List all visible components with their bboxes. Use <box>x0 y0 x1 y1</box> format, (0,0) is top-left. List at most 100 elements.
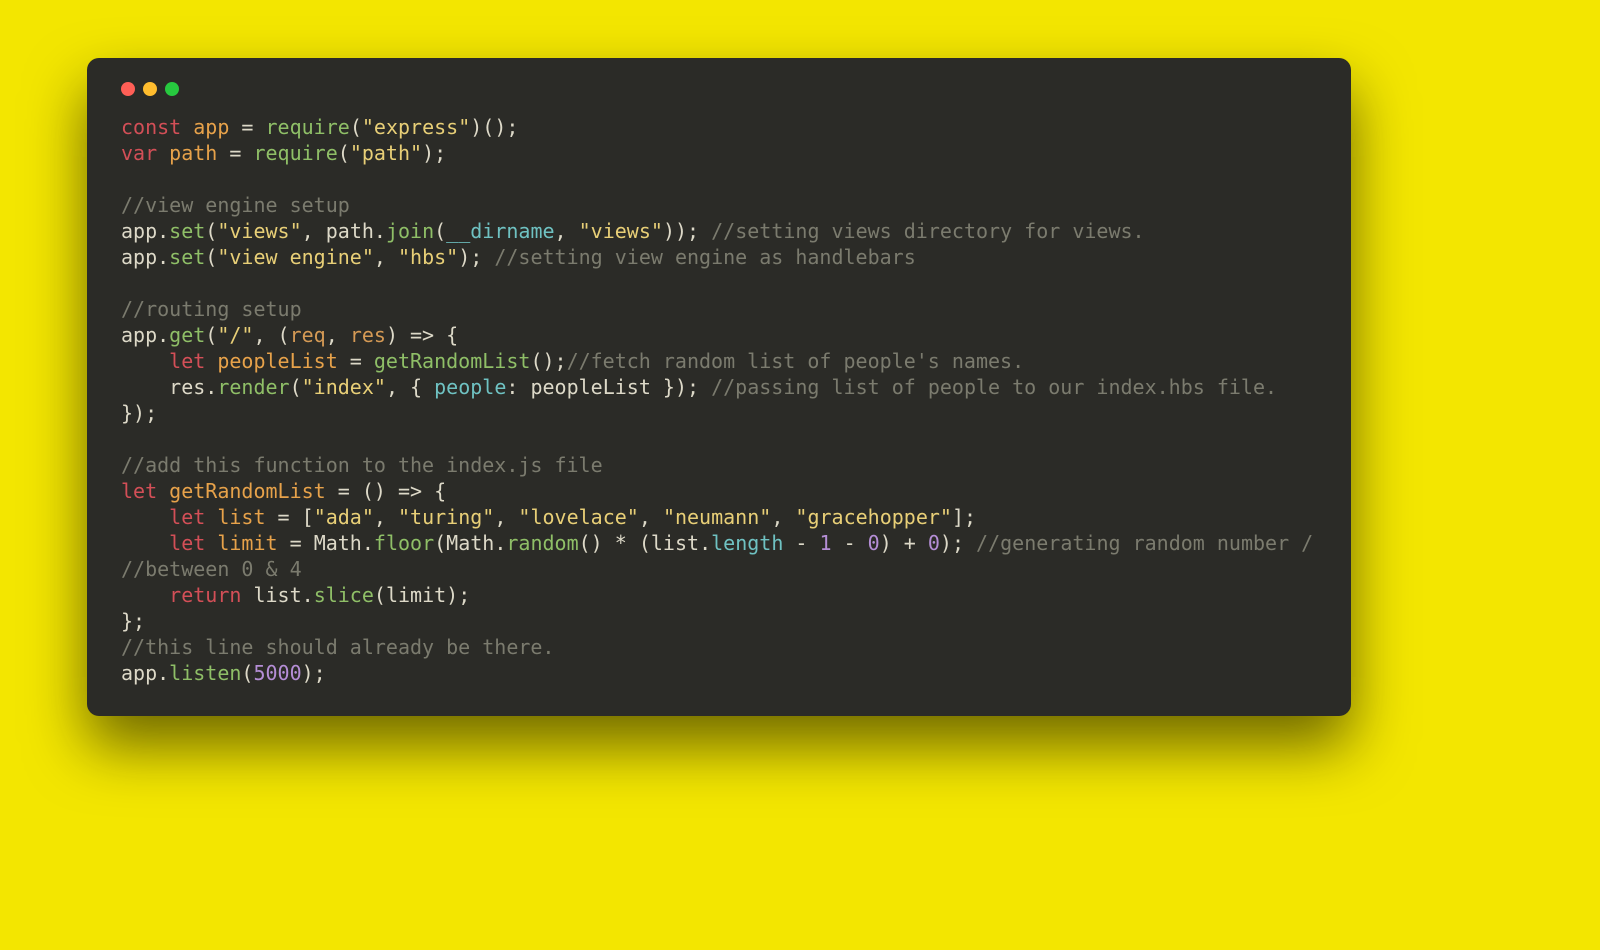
identifier-peopleList: peopleList <box>530 375 650 399</box>
comma: , <box>374 245 398 269</box>
paren-open: ( <box>350 115 362 139</box>
number-1: 1 <box>819 531 831 555</box>
code-line: let getRandomList = () => { <box>121 479 446 503</box>
identifier-app: app <box>121 323 157 347</box>
comma: , <box>494 505 518 529</box>
call-mul-open: () * ( <box>579 531 651 555</box>
zoom-icon[interactable] <box>165 82 179 96</box>
string-view-engine: "view engine" <box>217 245 374 269</box>
indent <box>121 349 169 373</box>
dot: . <box>157 661 169 685</box>
code-line: app.get("/", (req, res) => { <box>121 323 458 347</box>
identifier-list: list <box>253 583 301 607</box>
code-line: //add this function to the index.js file <box>121 453 603 477</box>
indent <box>121 583 169 607</box>
comment: //add this function to the index.js file <box>121 453 603 477</box>
prop-length: length <box>711 531 783 555</box>
op-minus: - <box>832 531 868 555</box>
fn-slice: slice <box>314 583 374 607</box>
fn-require: require <box>266 115 350 139</box>
identifier-Math: Math <box>314 531 362 555</box>
string-turing: "turing" <box>398 505 494 529</box>
code-line: app.listen(5000); <box>121 661 326 685</box>
number-0: 0 <box>928 531 940 555</box>
paren-open: ( <box>338 141 350 165</box>
dot: . <box>494 531 506 555</box>
code-line: let list = ["ada", "turing", "lovelace",… <box>121 505 976 529</box>
fn-random: random <box>506 531 578 555</box>
paren-close: ); <box>940 531 976 555</box>
string-hbs: "hbs" <box>398 245 458 269</box>
code-line: //routing setup <box>121 297 302 321</box>
identifier-app: app <box>193 115 229 139</box>
code-line: //this line should already be there. <box>121 635 554 659</box>
keyword-let: let <box>169 505 205 529</box>
comma: , <box>639 505 663 529</box>
identifier-res: res <box>169 375 205 399</box>
paren-close: ); <box>302 661 326 685</box>
paren-open: ( <box>434 531 446 555</box>
identifier-path: path <box>169 141 217 165</box>
op-minus: - <box>783 531 819 555</box>
comma-paren: , ( <box>253 323 289 347</box>
fn-join: join <box>386 219 434 243</box>
identifier-Math: Math <box>446 531 494 555</box>
identifier-list: list <box>217 505 265 529</box>
identifier-peopleList: peopleList <box>217 349 337 373</box>
paren-close: )); <box>663 219 711 243</box>
arrow-brace: ) => { <box>386 323 458 347</box>
comment: //passing list of people to our index.hb… <box>711 375 1277 399</box>
fn-require: require <box>253 141 337 165</box>
eq-bracket: = [ <box>266 505 314 529</box>
comma: , <box>771 505 795 529</box>
call-close: (); <box>530 349 566 373</box>
paren-close: ); <box>422 141 446 165</box>
code-line: //view engine setup <box>121 193 350 217</box>
punct-eq: = <box>217 141 253 165</box>
keyword-var: var <box>121 141 157 165</box>
code-line: }); <box>121 401 157 425</box>
comment: //this line should already be there. <box>121 635 554 659</box>
param-req: req <box>290 323 326 347</box>
space <box>241 583 253 607</box>
paren-open: ( <box>374 583 386 607</box>
fn-set: set <box>169 245 205 269</box>
indent <box>121 505 169 529</box>
paren-open: ( <box>205 323 217 347</box>
punct-eq: = <box>229 115 265 139</box>
close-icon[interactable] <box>121 82 135 96</box>
identifier-limit: limit <box>386 583 446 607</box>
string-express: "express" <box>362 115 470 139</box>
fn-render: render <box>217 375 289 399</box>
code-line: const app = require("express")(); <box>121 115 518 139</box>
identifier-list: list <box>651 531 699 555</box>
identifier-dirname: __dirname <box>446 219 554 243</box>
identifier-app: app <box>121 245 157 269</box>
paren-close: ); <box>458 245 494 269</box>
identifier-app: app <box>121 219 157 243</box>
code-line: app.set("view engine", "hbs"); //setting… <box>121 245 916 269</box>
comment: //generating random number / <box>976 531 1313 555</box>
keyword-let: let <box>169 531 205 555</box>
keyword-let: let <box>169 349 205 373</box>
number-5000: 5000 <box>253 661 301 685</box>
paren-open: ( <box>205 245 217 269</box>
dot: . <box>157 323 169 347</box>
code-line: }; <box>121 609 145 633</box>
number-0: 0 <box>868 531 880 555</box>
comma: , <box>374 505 398 529</box>
code-window: const app = require("express")(); var pa… <box>87 58 1351 716</box>
identifier-app: app <box>121 661 157 685</box>
string-neumann: "neumann" <box>663 505 771 529</box>
string-ada: "ada" <box>314 505 374 529</box>
prop-people: people <box>434 375 506 399</box>
punct-eq: = <box>338 349 374 373</box>
fn-getRandomList: getRandomList <box>374 349 531 373</box>
block-close: }; <box>121 609 145 633</box>
code-block[interactable]: const app = require("express")(); var pa… <box>121 114 1317 686</box>
comment: //routing setup <box>121 297 302 321</box>
minimize-icon[interactable] <box>143 82 157 96</box>
string-views: "views" <box>217 219 301 243</box>
paren-plus: ) + <box>880 531 928 555</box>
fn-listen: listen <box>169 661 241 685</box>
